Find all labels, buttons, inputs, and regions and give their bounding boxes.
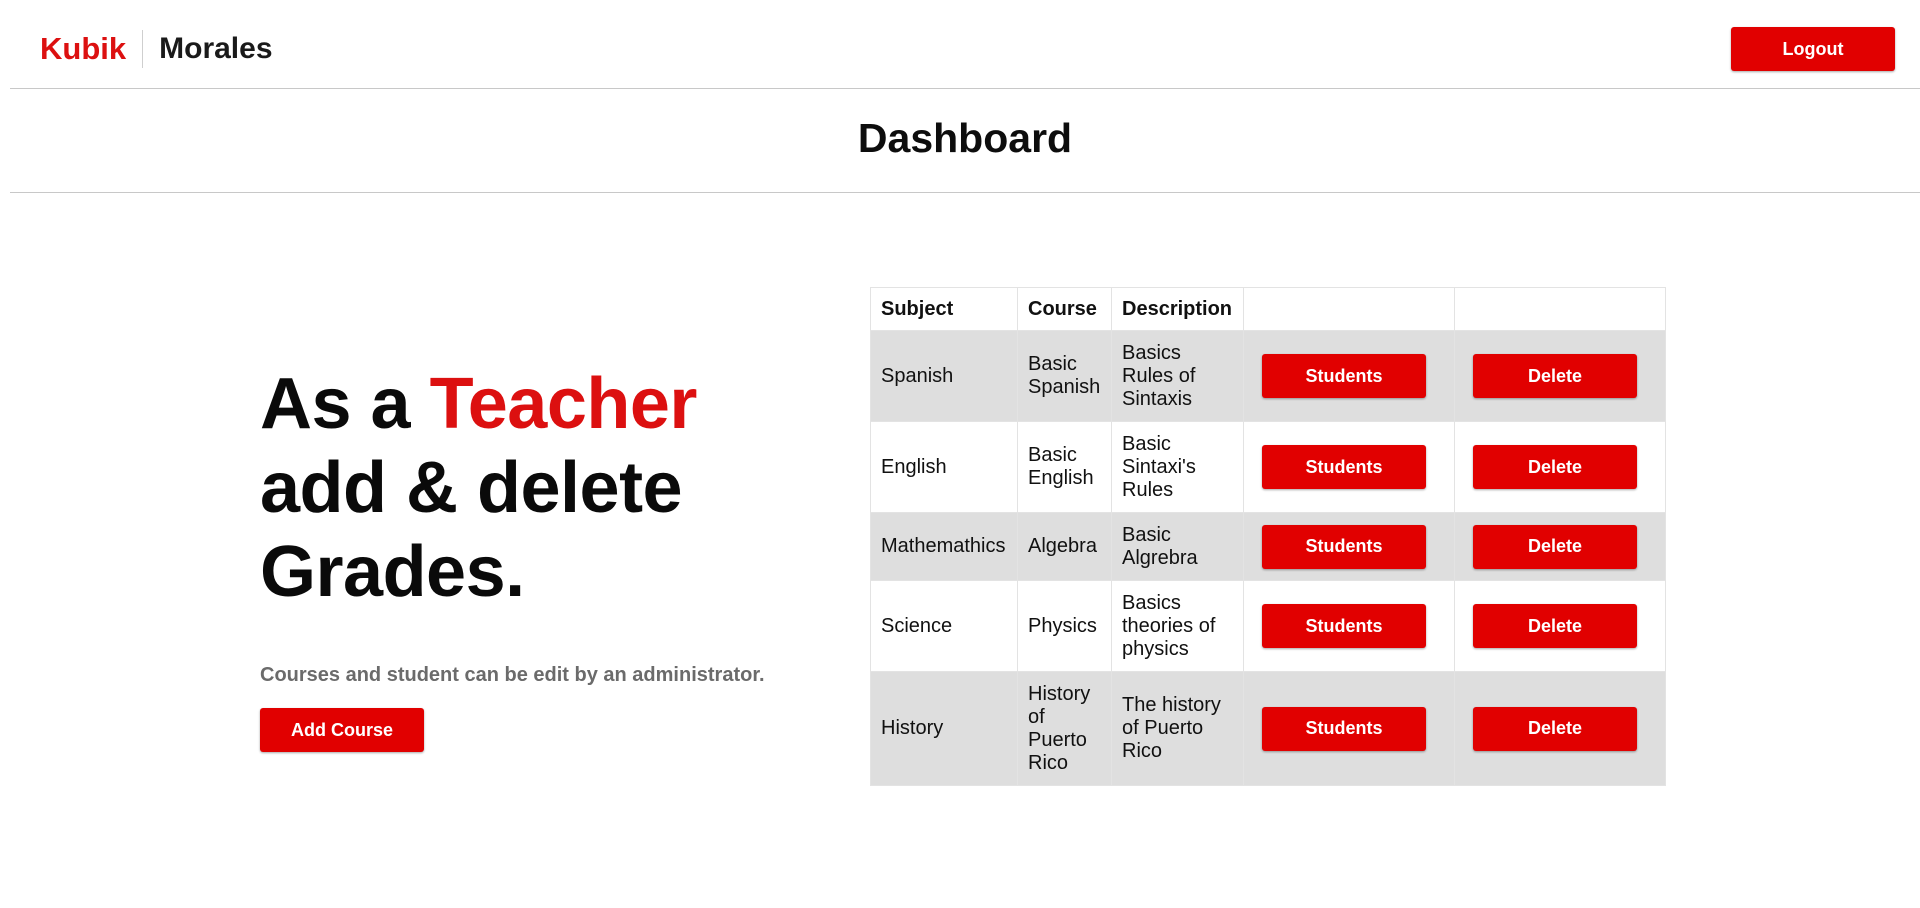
cell-description: Basic Algrebra (1111, 512, 1244, 581)
table-row: English Basic English Basic Sintaxi's Ru… (870, 421, 1666, 513)
hero-heading-prefix: As a (260, 364, 430, 444)
cell-description: Basics Rules of Sintaxis (1111, 330, 1244, 422)
page-header: Dashboard (10, 89, 1920, 193)
cell-delete: Delete (1454, 580, 1666, 672)
courses-table-container: Subject Course Description Spanish Basic… (870, 287, 1666, 786)
cell-subject: Mathemathics (870, 512, 1018, 581)
cell-students: Students (1243, 512, 1455, 581)
hero-subtitle: Courses and student can be edit by an ad… (260, 664, 765, 686)
user-name: Morales (159, 32, 273, 65)
table-row: Spanish Basic Spanish Basics Rules of Si… (870, 330, 1666, 422)
cell-course: Physics (1017, 580, 1112, 672)
delete-button[interactable]: Delete (1473, 706, 1637, 751)
delete-button[interactable]: Delete (1473, 604, 1637, 648)
students-button[interactable]: Students (1262, 445, 1426, 489)
hero-heading-line3: Grades. (260, 532, 525, 612)
cell-subject: History (870, 671, 1018, 786)
hero-heading-line2: add & delete (260, 448, 683, 528)
header-delete-action (1454, 287, 1666, 331)
brand: Kubik Morales (40, 30, 273, 68)
table-row: History History of Puerto Rico The histo… (870, 671, 1666, 786)
cell-subject: Spanish (870, 330, 1018, 422)
table-header-row: Subject Course Description (870, 287, 1666, 331)
courses-table: Subject Course Description Spanish Basic… (870, 287, 1666, 786)
students-button[interactable]: Students (1262, 524, 1426, 569)
cell-students: Students (1243, 580, 1455, 672)
cell-description: Basics theories of physics (1111, 580, 1244, 672)
cell-students: Students (1243, 671, 1455, 786)
cell-subject: Science (870, 580, 1018, 672)
delete-button[interactable]: Delete (1473, 445, 1637, 489)
add-course-button[interactable]: Add Course (260, 708, 424, 752)
brand-divider (142, 30, 144, 68)
cell-course: History of Puerto Rico (1017, 671, 1112, 786)
cell-description: The history of Puerto Rico (1111, 671, 1244, 786)
students-button[interactable]: Students (1262, 706, 1426, 751)
delete-button[interactable]: Delete (1473, 354, 1637, 398)
cell-delete: Delete (1454, 330, 1666, 422)
students-button[interactable]: Students (1262, 354, 1426, 398)
header-description: Description (1111, 287, 1244, 331)
cell-course: Algebra (1017, 512, 1112, 581)
cell-delete: Delete (1454, 421, 1666, 513)
cell-delete: Delete (1454, 512, 1666, 581)
brand-logo-text[interactable]: Kubik (40, 30, 126, 68)
cell-description: Basic Sintaxi's Rules (1111, 421, 1244, 513)
header-students-action (1243, 287, 1455, 331)
delete-button[interactable]: Delete (1473, 524, 1637, 569)
header-course: Course (1017, 287, 1112, 331)
cell-students: Students (1243, 421, 1455, 513)
table-row: Mathemathics Algebra Basic Algrebra Stud… (870, 512, 1666, 581)
hero-section: As a Teacher add & delete Grades. Course… (260, 362, 820, 752)
cell-course: Basic English (1017, 421, 1112, 513)
header-subject: Subject (870, 287, 1018, 331)
cell-delete: Delete (1454, 671, 1666, 786)
cell-students: Students (1243, 330, 1455, 422)
hero-heading-accent: Teacher (429, 364, 698, 444)
cell-course: Basic Spanish (1017, 330, 1112, 422)
logout-button[interactable]: Logout (1731, 27, 1895, 71)
table-row: Science Physics Basics theories of physi… (870, 580, 1666, 672)
hero-heading: As a Teacher add & delete Grades. (260, 362, 820, 614)
top-navbar: Kubik Morales Logout (10, 0, 1920, 89)
page-title: Dashboard (857, 115, 1073, 161)
cell-subject: English (870, 421, 1018, 513)
students-button[interactable]: Students (1262, 604, 1426, 648)
